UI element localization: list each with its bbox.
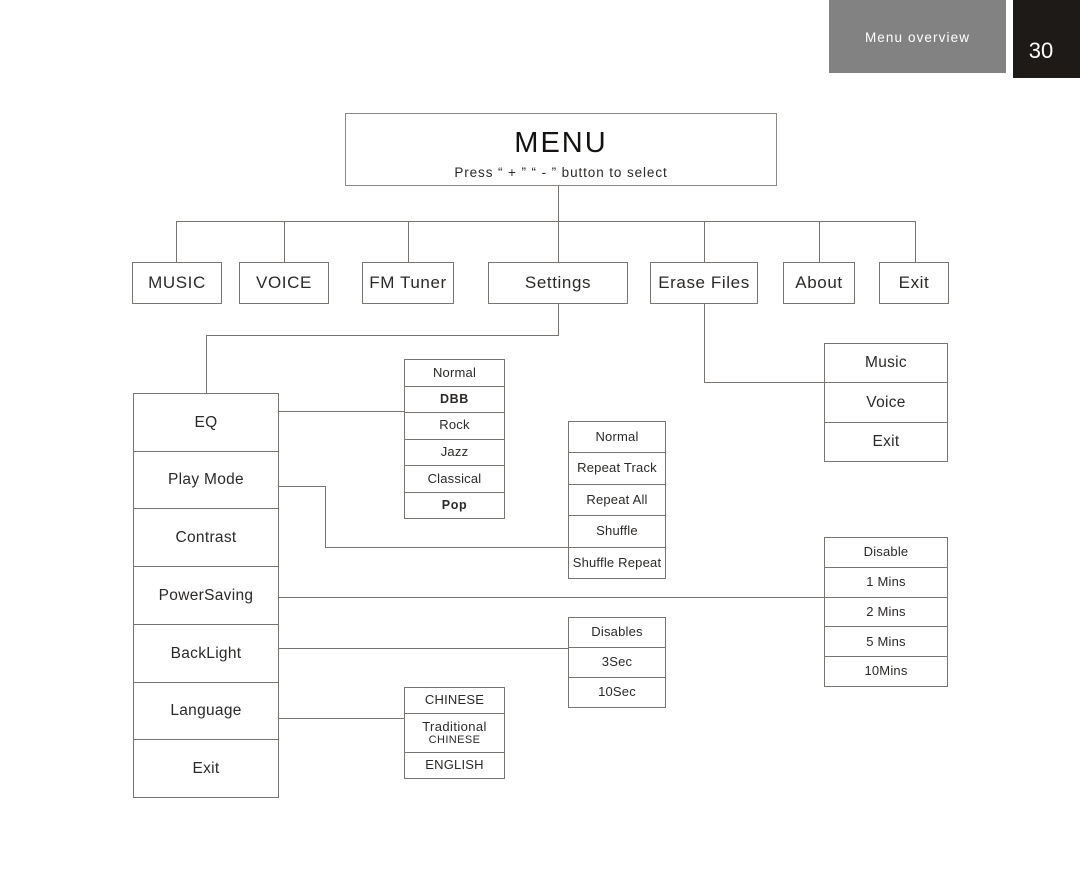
backlight-option-3sec[interactable]: 3Sec <box>569 648 665 678</box>
connector-settings-into-list <box>206 335 208 393</box>
header-section-label: Menu overview <box>864 30 971 45</box>
header-section-band: Menu overview <box>829 0 1006 73</box>
connector-level1-bus <box>176 221 916 223</box>
language-option-chinese[interactable]: CHINESE <box>405 688 504 715</box>
connector-playmode-seg3 <box>325 547 569 549</box>
connector-drop-erase-files <box>704 221 706 262</box>
powersaving-option-10min[interactable]: 10Mins <box>825 657 947 686</box>
settings-item-language[interactable]: Language <box>134 683 278 741</box>
powersaving-option-5min[interactable]: 5 Mins <box>825 627 947 658</box>
connector-language-to-options <box>279 718 405 720</box>
menu-item-exit[interactable]: Exit <box>879 262 949 304</box>
eq-option-rock[interactable]: Rock <box>405 413 504 440</box>
language-option-traditional-line1: Traditional <box>422 718 487 734</box>
connector-playmode-seg2 <box>325 486 327 548</box>
eq-options-list: Normal DBB Rock Jazz Classical Pop <box>404 359 505 519</box>
menu-item-erase-files[interactable]: Erase Files <box>650 262 758 304</box>
settings-item-powersaving[interactable]: PowerSaving <box>134 567 278 625</box>
menu-root-subtitle: Press “ + ” “ - ” button to select <box>454 165 668 180</box>
connector-drop-voice <box>284 221 286 262</box>
eq-option-pop[interactable]: Pop <box>405 493 504 518</box>
playmode-option-repeat-track[interactable]: Repeat Track <box>569 453 665 485</box>
connector-drop-music <box>176 221 178 262</box>
settings-submenu-list: EQ Play Mode Contrast PowerSaving BackLi… <box>133 393 279 798</box>
menu-root-box: MENU Press “ + ” “ - ” button to select <box>345 113 777 186</box>
menu-item-about[interactable]: About <box>783 262 855 304</box>
header-page-block: 30 <box>1013 0 1080 78</box>
menu-overview-page: Menu overview 30 MENU Press “ + ” “ - ” … <box>0 0 1080 886</box>
connector-backlight-to-options <box>279 648 569 650</box>
powersaving-option-disable[interactable]: Disable <box>825 538 947 568</box>
erasefiles-option-exit[interactable]: Exit <box>825 423 947 461</box>
connector-settings-run <box>206 335 559 337</box>
menu-item-fm-tuner[interactable]: FM Tuner <box>362 262 454 304</box>
playmode-option-normal[interactable]: Normal <box>569 422 665 454</box>
language-option-english[interactable]: ENGLISH <box>405 753 504 778</box>
connector-drop-fm-tuner <box>408 221 410 262</box>
eq-option-dbb[interactable]: DBB <box>405 387 504 413</box>
erasefiles-option-voice[interactable]: Voice <box>825 383 947 423</box>
connector-drop-settings <box>558 221 560 262</box>
playmode-option-shuffle[interactable]: Shuffle <box>569 516 665 548</box>
powersaving-option-2min[interactable]: 2 Mins <box>825 598 947 628</box>
language-option-traditional-chinese[interactable]: Traditional CHINESE <box>405 714 504 753</box>
menu-item-settings[interactable]: Settings <box>488 262 628 304</box>
connector-playmode-seg1 <box>279 486 326 488</box>
backlight-option-disables[interactable]: Disables <box>569 618 665 648</box>
language-option-traditional-line2: CHINESE <box>428 734 481 747</box>
settings-item-play-mode[interactable]: Play Mode <box>134 452 278 510</box>
connector-drop-about <box>819 221 821 262</box>
connector-settings-drop <box>558 304 560 336</box>
connector-drop-exit <box>915 221 917 262</box>
connector-root-drop <box>558 186 560 222</box>
language-options-list: CHINESE Traditional CHINESE ENGLISH <box>404 687 505 779</box>
menu-root-title: MENU <box>514 127 608 159</box>
connector-powersaving-to-options <box>279 597 825 599</box>
powersaving-option-1min[interactable]: 1 Mins <box>825 568 947 598</box>
eq-option-normal[interactable]: Normal <box>405 360 504 387</box>
page-number: 30 <box>1028 38 1054 63</box>
eq-option-classical[interactable]: Classical <box>405 466 504 493</box>
settings-item-backlight[interactable]: BackLight <box>134 625 278 683</box>
power-saving-options-list: Disable 1 Mins 2 Mins 5 Mins 10Mins <box>824 537 948 687</box>
play-mode-options-list: Normal Repeat Track Repeat All Shuffle S… <box>568 421 666 579</box>
playmode-option-repeat-all[interactable]: Repeat All <box>569 485 665 517</box>
settings-item-exit[interactable]: Exit <box>134 740 278 797</box>
eq-option-jazz[interactable]: Jazz <box>405 440 504 467</box>
menu-item-music[interactable]: MUSIC <box>132 262 222 304</box>
connector-erase-files-run <box>704 382 825 384</box>
erase-files-options-list: Music Voice Exit <box>824 343 948 462</box>
playmode-option-shuffle-repeat[interactable]: Shuffle Repeat <box>569 548 665 578</box>
settings-item-contrast[interactable]: Contrast <box>134 509 278 568</box>
backlight-option-10sec[interactable]: 10Sec <box>569 678 665 707</box>
menu-item-voice[interactable]: VOICE <box>239 262 329 304</box>
backlight-options-list: Disables 3Sec 10Sec <box>568 617 666 708</box>
connector-erase-files-drop <box>704 304 706 383</box>
connector-eq-to-options <box>279 411 405 413</box>
settings-item-eq[interactable]: EQ <box>134 394 278 452</box>
erasefiles-option-music[interactable]: Music <box>825 344 947 384</box>
